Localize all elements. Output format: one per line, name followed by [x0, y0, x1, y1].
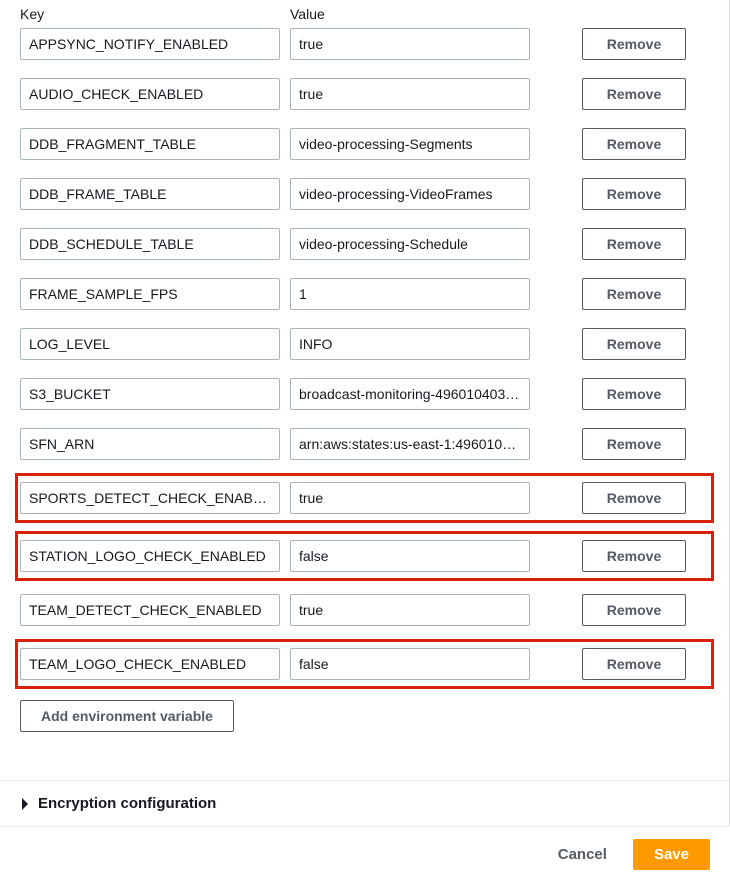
remove-button[interactable]: Remove — [582, 178, 686, 210]
env-var-row: Remove — [20, 126, 709, 162]
remove-button[interactable]: Remove — [582, 594, 686, 626]
key-input[interactable] — [20, 648, 280, 680]
value-input[interactable] — [290, 128, 530, 160]
value-input[interactable] — [290, 78, 530, 110]
remove-button[interactable]: Remove — [582, 78, 686, 110]
value-input[interactable] — [290, 648, 530, 680]
remove-button[interactable]: Remove — [582, 28, 686, 60]
key-input[interactable] — [20, 594, 280, 626]
key-input[interactable] — [20, 178, 280, 210]
save-button[interactable]: Save — [633, 839, 710, 870]
key-input[interactable] — [20, 128, 280, 160]
remove-button[interactable]: Remove — [582, 648, 686, 680]
remove-button[interactable]: Remove — [582, 328, 686, 360]
env-vars-content: Key Value RemoveRemoveRemoveRemoveRemove… — [0, 0, 729, 752]
remove-button[interactable]: Remove — [582, 428, 686, 460]
value-header: Value — [290, 6, 530, 22]
encryption-config-title: Encryption configuration — [38, 795, 216, 812]
footer: Cancel Save — [0, 826, 730, 882]
env-var-row: Remove — [20, 226, 709, 262]
remove-button[interactable]: Remove — [582, 378, 686, 410]
value-input[interactable] — [290, 594, 530, 626]
remove-button[interactable]: Remove — [582, 540, 686, 572]
env-var-row: Remove — [20, 376, 709, 412]
column-headers: Key Value — [20, 6, 709, 22]
cancel-button[interactable]: Cancel — [542, 840, 623, 869]
value-input[interactable] — [290, 28, 530, 60]
key-input[interactable] — [20, 482, 280, 514]
remove-button[interactable]: Remove — [582, 482, 686, 514]
env-var-row: Remove — [20, 326, 709, 362]
key-input[interactable] — [20, 228, 280, 260]
key-input[interactable] — [20, 540, 280, 572]
encryption-config-toggle[interactable]: Encryption configuration — [0, 781, 729, 826]
env-var-row: Remove — [20, 536, 709, 576]
remove-button[interactable]: Remove — [582, 278, 686, 310]
value-input[interactable] — [290, 228, 530, 260]
value-input[interactable] — [290, 178, 530, 210]
env-var-row: Remove — [20, 176, 709, 212]
env-var-row: Remove — [20, 478, 709, 518]
remove-button[interactable]: Remove — [582, 228, 686, 260]
env-var-row: Remove — [20, 26, 709, 62]
value-input[interactable] — [290, 428, 530, 460]
value-input[interactable] — [290, 328, 530, 360]
value-input[interactable] — [290, 378, 530, 410]
env-var-row: Remove — [20, 644, 709, 684]
caret-right-icon — [20, 797, 30, 811]
key-input[interactable] — [20, 328, 280, 360]
env-var-row: Remove — [20, 276, 709, 312]
key-input[interactable] — [20, 278, 280, 310]
env-vars-panel: Key Value RemoveRemoveRemoveRemoveRemove… — [0, 0, 730, 826]
value-input[interactable] — [290, 482, 530, 514]
add-env-var-button[interactable]: Add environment variable — [20, 700, 234, 732]
add-row: Add environment variable — [20, 700, 709, 732]
env-var-row: Remove — [20, 426, 709, 462]
env-var-row: Remove — [20, 76, 709, 112]
key-input[interactable] — [20, 78, 280, 110]
key-header: Key — [20, 6, 280, 22]
rows-container: Remove Remove Remove Remove Remove Remove Remo… — [20, 26, 709, 686]
key-input[interactable] — [20, 28, 280, 60]
remove-button[interactable]: Remove — [582, 128, 686, 160]
value-input[interactable] — [290, 540, 530, 572]
key-input[interactable] — [20, 428, 280, 460]
key-input[interactable] — [20, 378, 280, 410]
env-var-row: Remove — [20, 592, 709, 628]
value-input[interactable] — [290, 278, 530, 310]
